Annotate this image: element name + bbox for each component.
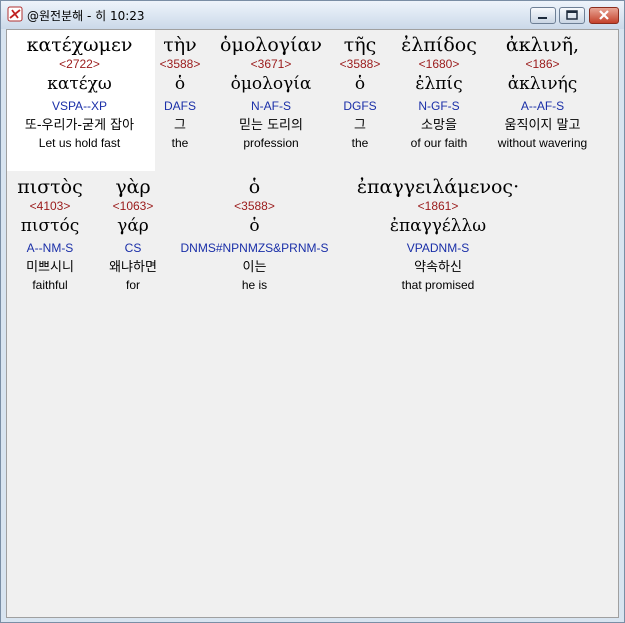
- greek-word: ἐλπίδος: [401, 34, 477, 56]
- word-block[interactable]: ἐπαγγειλάμενος· <1861> ἐπαγγέλλω VPADNM-…: [344, 172, 532, 294]
- word-block[interactable]: γὰρ <1063> γάρ CS 왜냐하면 for: [93, 172, 173, 294]
- morphology: VPADNM-S: [406, 241, 470, 255]
- lemma: κατέχω: [47, 74, 112, 94]
- greek-word: ὁ: [248, 176, 261, 198]
- english-gloss: for: [125, 278, 140, 292]
- word-block[interactable]: πιστὸς <4103> πιστός A--NM-S 미쁘시니 faithf…: [7, 172, 93, 294]
- korean-gloss: 믿는 도리의: [239, 118, 303, 133]
- morphology: CS: [124, 241, 142, 255]
- greek-word: ὁμολογίαν: [220, 34, 322, 56]
- morphology: N-AF-S: [251, 99, 291, 113]
- app-window: @원전분해 - 히 10:23 κατέχωμεν <2722> κατέχω …: [0, 0, 625, 623]
- korean-gloss: 미쁘시니: [26, 260, 74, 275]
- strong-number: <1861>: [417, 199, 459, 213]
- korean-gloss: 그: [174, 118, 186, 133]
- morphology: N-GF-S: [418, 99, 460, 113]
- word-block[interactable]: κατέχωμεν <2722> κατέχω VSPA--XP 또-우리가-굳…: [17, 30, 142, 152]
- strong-number: <3671>: [250, 57, 292, 71]
- lemma: ὁ: [174, 74, 186, 94]
- word-block[interactable]: ἀκλινῆ, <186> ἀκλινής A--AF-S 움직이지 말고 wi…: [490, 30, 595, 152]
- window-title: @원전분해 - 히 10:23: [27, 9, 145, 23]
- strong-number: <1063>: [112, 199, 154, 213]
- english-gloss: the: [171, 136, 189, 150]
- word-block[interactable]: τὴν <3588> ὁ DAFS 그 the: [156, 30, 204, 152]
- strong-number: <3588>: [159, 57, 201, 71]
- morphology: DAFS: [163, 99, 196, 113]
- maximize-button[interactable]: [559, 7, 585, 24]
- english-gloss: Let us hold fast: [38, 136, 121, 150]
- lemma: ἐπαγγέλλω: [389, 216, 487, 236]
- greek-word: γὰρ: [115, 176, 151, 198]
- strong-number: <3588>: [234, 199, 275, 213]
- korean-gloss: 약속하신: [414, 260, 462, 275]
- strong-number: <1680>: [418, 57, 460, 71]
- english-gloss: he is: [241, 278, 268, 292]
- strong-number: <186>: [525, 57, 560, 71]
- minimize-button[interactable]: [530, 7, 556, 24]
- strong-number: <4103>: [29, 199, 71, 213]
- lemma: ὁμολογία: [230, 74, 312, 94]
- lemma: ὁ: [354, 74, 366, 94]
- english-gloss: without wavering: [497, 136, 588, 150]
- title-bar[interactable]: @원전분해 - 히 10:23: [1, 1, 624, 29]
- korean-gloss: 왜냐하면: [109, 260, 157, 275]
- korean-gloss: 소망을: [421, 118, 457, 133]
- lemma: ὁ: [249, 216, 260, 236]
- app-icon: [7, 6, 23, 22]
- korean-gloss: 움직이지 말고: [504, 118, 581, 133]
- korean-gloss: 또-우리가-굳게 잡아: [24, 118, 135, 133]
- morphology: VSPA--XP: [51, 99, 108, 113]
- lemma: ἐλπίς: [415, 74, 463, 94]
- greek-word: τῆς: [343, 34, 377, 56]
- word-block[interactable]: τῆς <3588> ὁ DGFS 그 the: [335, 30, 385, 152]
- strong-number: <2722>: [59, 57, 100, 71]
- close-icon: [599, 10, 609, 20]
- maximize-icon: [566, 10, 578, 20]
- morphology: A--NM-S: [26, 241, 74, 255]
- english-gloss: the: [351, 136, 369, 150]
- greek-word: ἀκλινῆ,: [505, 34, 580, 56]
- greek-word: ἐπαγγειλάμενος·: [356, 176, 520, 198]
- interlinear-pane[interactable]: κατέχωμεν <2722> κατέχω VSPA--XP 또-우리가-굳…: [6, 29, 619, 618]
- english-gloss: that promised: [401, 278, 475, 292]
- strong-number: <3588>: [339, 57, 381, 71]
- english-gloss: faithful: [32, 278, 68, 292]
- morphology: DGFS: [343, 99, 377, 113]
- word-block[interactable]: ἐλπίδος <1680> ἐλπίς N-GF-S 소망을 of our f…: [388, 30, 490, 152]
- close-button[interactable]: [589, 7, 619, 24]
- lemma: ἀκλινής: [507, 74, 578, 94]
- english-gloss: profession: [243, 136, 299, 150]
- korean-gloss: 이는: [242, 260, 267, 275]
- english-gloss: of our faith: [410, 136, 468, 150]
- minimize-icon: [538, 17, 547, 19]
- lemma: γάρ: [117, 216, 149, 236]
- lemma: πιστός: [20, 216, 80, 236]
- korean-gloss: 그: [354, 118, 366, 133]
- word-block[interactable]: ὁ <3588> ὁ DNMS#NPNMZS&PRNM-S 이는 he is: [173, 172, 336, 294]
- greek-word: τὴν: [163, 34, 197, 56]
- word-block[interactable]: ὁμολογίαν <3671> ὁμολογία N-AF-S 믿는 도리의 …: [207, 30, 335, 152]
- greek-word: κατέχωμεν: [26, 34, 133, 56]
- greek-word: πιστὸς: [17, 176, 83, 198]
- morphology: DNMS#NPNMZS&PRNM-S: [180, 241, 329, 255]
- morphology: A--AF-S: [520, 99, 565, 113]
